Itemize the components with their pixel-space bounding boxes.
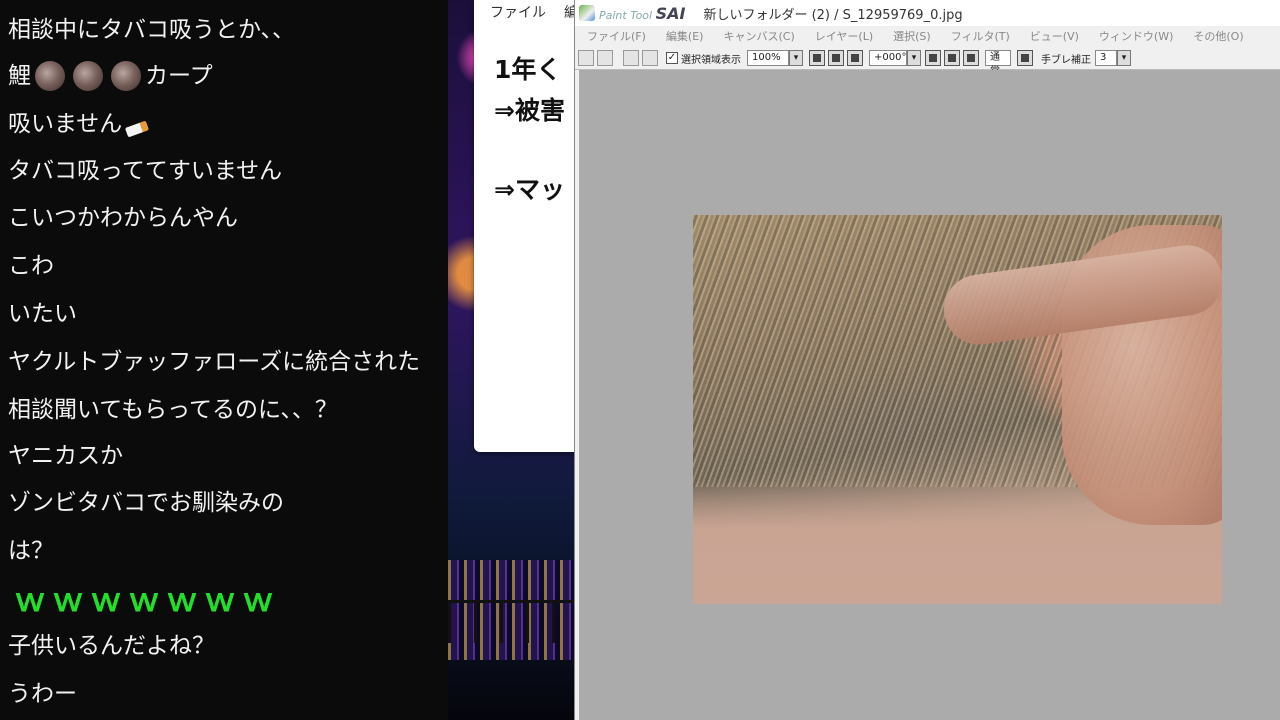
document-text-line: 1年く <box>494 55 562 84</box>
chat-text: こわ <box>8 253 54 279</box>
canvas-area[interactable] <box>579 70 1280 720</box>
menubar: ファイル(F) 編集(E) キャンバス(C) レイヤー(L) 選択(S) フィル… <box>575 26 1280 46</box>
sai-logo-icon <box>579 5 595 21</box>
chat-text: タバコ吸っててすいません <box>8 158 283 184</box>
document-text-line: ⇒被害 <box>494 96 565 125</box>
chat-message: ゾンビタバコでお馴染みの <box>8 485 284 521</box>
zoom-in-icon[interactable] <box>828 50 844 66</box>
carp-emoji-icon <box>111 61 141 91</box>
chat-text: いたい <box>8 301 77 327</box>
chat-panel: 相談中にタバコ吸うとか、、 鯉 カープ 吸いません タバコ吸っててすいません こ… <box>0 0 448 720</box>
cigarette-emoji-icon <box>125 120 150 138</box>
zoom-dropdown-icon[interactable]: ▾ <box>789 50 803 66</box>
paint-tool-sai-window[interactable]: Paint Tool SAI 新しいフォルダー (2) / S_12959769… <box>574 0 1280 720</box>
menu-layer[interactable]: レイヤー(L) <box>815 28 873 44</box>
show-selection-label: 選択領域表示 <box>681 54 741 66</box>
chat-text: こいつかわからんやん <box>8 205 238 231</box>
zoom-field[interactable]: 100% <box>747 50 789 66</box>
chat-message: 子供いるんだよね？ <box>8 628 215 664</box>
undo-icon[interactable] <box>578 50 594 66</box>
document-text-line: ⇒マッ <box>494 175 565 204</box>
chat-message: ヤクルトブァッファローズに統合された <box>8 344 420 380</box>
menu-filter[interactable]: フィルタ(T) <box>951 28 1010 44</box>
carp-emoji-icon <box>73 61 103 91</box>
chat-text: カープ <box>145 63 213 89</box>
menu-canvas[interactable]: キャンバス(C) <box>723 28 794 44</box>
title-bar[interactable]: Paint Tool SAI 新しいフォルダー (2) / S_12959769… <box>575 0 1280 26</box>
brand-name: SAI <box>655 3 686 23</box>
chat-message: ｗｗｗｗｗｗｗ <box>14 582 280 618</box>
chat-message: いたい <box>8 296 77 332</box>
chat-text: 鯉 <box>8 63 31 89</box>
window-title: 新しいフォルダー (2) / S_12959769_0.jpg <box>703 7 963 23</box>
chat-text: 相談聞いてもらってるのに、、？ <box>8 397 338 423</box>
wallpaper-railing <box>448 600 576 643</box>
zoom-reset-icon[interactable] <box>847 50 863 66</box>
chat-text: 吸いません <box>8 111 123 137</box>
document-window[interactable]: ファイル編 1年く ⇒被害 ⇒マッ <box>474 0 584 452</box>
chat-text: 相談中にタバコ吸うとか、、 <box>8 17 296 43</box>
rotate-reset-icon[interactable] <box>963 50 979 66</box>
chat-message: 相談中にタバコ吸うとか、、 <box>8 12 295 48</box>
menu-window[interactable]: ウィンドウ(W) <box>1099 28 1173 44</box>
chat-message: 鯉 カープ <box>8 58 213 94</box>
flip-icon[interactable] <box>1017 50 1033 66</box>
rotate-right-icon[interactable] <box>944 50 960 66</box>
stabilizer-label: 手ブレ補正 <box>1041 54 1091 66</box>
chat-text: うわー <box>8 681 77 707</box>
deselect-icon[interactable] <box>623 50 639 66</box>
menu-file[interactable]: ファイル(F) <box>587 28 646 44</box>
chat-text: ｗｗｗｗｗｗｗ <box>14 581 281 619</box>
chat-message: こわ <box>8 248 54 284</box>
menu-other[interactable]: その他(O) <box>1193 28 1243 44</box>
chat-message: うわー <box>8 676 77 712</box>
zoom-out-icon[interactable] <box>809 50 825 66</box>
chat-text: ゾンビタバコでお馴染みの <box>8 490 284 516</box>
blend-mode-button[interactable]: 通常 <box>985 50 1011 77</box>
stabilizer-field[interactable]: 3 <box>1095 50 1117 66</box>
zoom-value: 100% <box>752 52 781 63</box>
chat-message: は？ <box>8 533 54 569</box>
document-menubar: ファイル編 <box>490 2 584 22</box>
menu-select[interactable]: 選択(S) <box>893 28 931 44</box>
stabilizer-value: 3 <box>1100 52 1107 63</box>
stabilizer-dropdown-icon[interactable]: ▾ <box>1117 50 1131 66</box>
chat-text: は？ <box>8 538 54 564</box>
chat-message: 吸いません <box>8 106 150 142</box>
redo-icon[interactable] <box>597 50 613 66</box>
invert-selection-icon[interactable] <box>642 50 658 66</box>
menu-edit[interactable]: 編集(E) <box>666 28 704 44</box>
chat-message: こいつかわからんやん <box>8 200 238 236</box>
rotation-field[interactable]: +000° <box>869 50 907 66</box>
chat-text: ヤニカスか <box>8 443 123 469</box>
toolbar: ✓ 選択領域表示 100% ▾ +000° ▾ 通常 手ブレ補正 3 ▾ <box>575 47 1280 77</box>
carp-emoji-icon <box>35 61 65 91</box>
chat-message: タバコ吸っててすいません <box>8 153 282 189</box>
chat-message: 相談聞いてもらってるのに、、？ <box>8 392 338 428</box>
rotate-left-icon[interactable] <box>925 50 941 66</box>
canvas-image-hair-photo[interactable] <box>693 215 1222 604</box>
show-selection-checkbox[interactable]: ✓ <box>666 52 678 64</box>
menu-view[interactable]: ビュー(V) <box>1030 28 1079 44</box>
chat-text: 子供いるんだよね？ <box>8 633 215 659</box>
rotation-value: +000° <box>874 52 907 63</box>
menu-file[interactable]: ファイル <box>490 5 546 21</box>
brand-subtitle: Paint Tool <box>599 8 653 22</box>
chat-message: ヤニカスか <box>8 438 123 474</box>
app-brand: Paint Tool SAI <box>599 4 685 23</box>
chat-text: ヤクルトブァッファローズに統合された <box>8 349 421 375</box>
rotation-dropdown-icon[interactable]: ▾ <box>907 50 921 66</box>
